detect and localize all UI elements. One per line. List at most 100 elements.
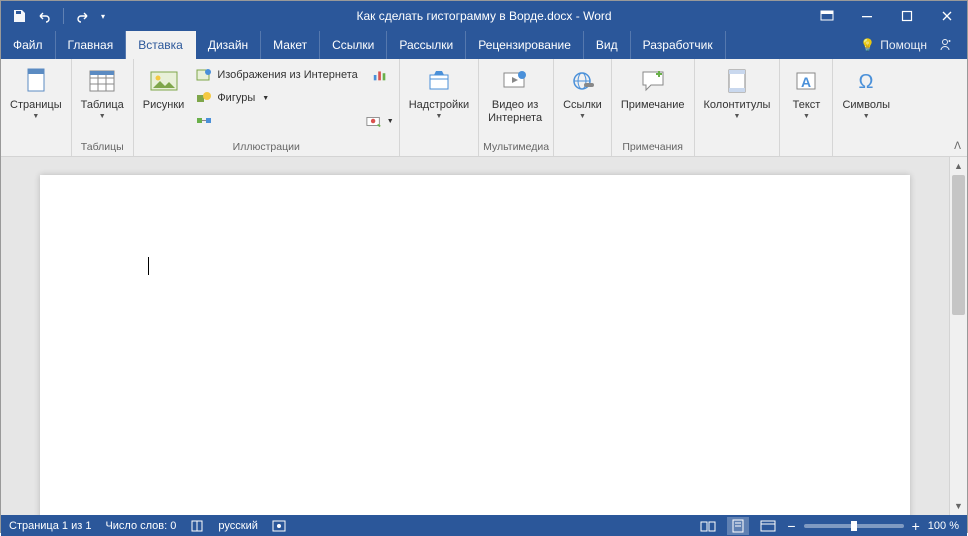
undo-button[interactable] bbox=[33, 4, 57, 28]
zoom-level[interactable]: 100 % bbox=[928, 520, 959, 532]
online-picture-icon bbox=[196, 67, 212, 83]
video-icon bbox=[499, 65, 531, 97]
title-bar: ▾ Как сделать гистограмму в Ворде.docx -… bbox=[1, 1, 967, 31]
group-headerfooter: Колонтитулы ▼ bbox=[695, 59, 781, 156]
table-icon bbox=[86, 65, 118, 97]
qat-separator bbox=[63, 8, 64, 24]
group-tables: Таблица ▼ Таблицы bbox=[72, 59, 134, 156]
book-icon bbox=[190, 519, 204, 533]
symbols-button[interactable]: Ω Символы ▼ bbox=[837, 62, 895, 123]
group-text: A Текст ▼ bbox=[780, 59, 833, 156]
tab-review[interactable]: Рецензирование bbox=[466, 31, 584, 59]
comment-button[interactable]: Примечание bbox=[616, 62, 690, 115]
tell-me-button[interactable]: 💡 Помощн bbox=[860, 38, 927, 52]
comment-icon bbox=[637, 65, 669, 97]
online-video-button[interactable]: Видео из Интернета bbox=[483, 62, 547, 128]
addins-button[interactable]: Надстройки ▼ bbox=[404, 62, 474, 123]
tab-design[interactable]: Дизайн bbox=[196, 31, 261, 59]
links-button[interactable]: Ссылки ▼ bbox=[558, 62, 607, 123]
scroll-thumb[interactable] bbox=[952, 175, 965, 315]
picture-icon bbox=[148, 65, 180, 97]
lightbulb-icon: 💡 bbox=[860, 38, 875, 52]
header-footer-button[interactable]: Колонтитулы ▼ bbox=[699, 62, 776, 123]
tab-developer[interactable]: Разработчик bbox=[631, 31, 726, 59]
save-button[interactable] bbox=[7, 4, 31, 28]
group-comments: Примечание Примечания bbox=[612, 59, 695, 156]
share-icon bbox=[937, 37, 953, 53]
spell-check-button[interactable] bbox=[190, 519, 204, 533]
shapes-button[interactable]: Фигуры ▼ bbox=[191, 87, 362, 109]
svg-text:Ω: Ω bbox=[859, 71, 874, 93]
chevron-down-icon: ▼ bbox=[863, 113, 870, 120]
page-indicator[interactable]: Страница 1 из 1 bbox=[9, 520, 91, 532]
smartart-icon bbox=[196, 113, 212, 129]
window-controls bbox=[807, 1, 967, 31]
web-layout-button[interactable] bbox=[757, 517, 779, 535]
tab-home[interactable]: Главная bbox=[56, 31, 127, 59]
chevron-down-icon: ▼ bbox=[435, 113, 442, 120]
pages-button[interactable]: Страницы ▼ bbox=[5, 62, 67, 123]
store-icon bbox=[423, 65, 455, 97]
page[interactable] bbox=[40, 175, 910, 515]
chart-icon bbox=[372, 67, 388, 83]
group-links: Ссылки ▼ bbox=[554, 59, 612, 156]
scroll-track[interactable] bbox=[950, 175, 967, 497]
screenshot-icon bbox=[366, 113, 382, 129]
vertical-scrollbar[interactable]: ▲ ▼ bbox=[949, 157, 967, 515]
chevron-down-icon: ▼ bbox=[387, 118, 394, 125]
chevron-down-icon: ▼ bbox=[262, 95, 269, 102]
page-viewport[interactable] bbox=[1, 157, 949, 515]
ribbon: Страницы ▼ Таблица ▼ Таблицы Рисунки bbox=[1, 59, 967, 157]
tab-layout[interactable]: Макет bbox=[261, 31, 320, 59]
chevron-down-icon: ▼ bbox=[99, 113, 106, 120]
share-button[interactable] bbox=[937, 37, 953, 53]
tab-file[interactable]: Файл bbox=[1, 31, 56, 59]
print-layout-button[interactable] bbox=[727, 517, 749, 535]
macro-icon bbox=[272, 520, 286, 532]
quick-access-toolbar: ▾ bbox=[1, 4, 110, 28]
group-illustrations: Рисунки Изображения из Интернета Фигуры … bbox=[134, 59, 400, 156]
read-mode-button[interactable] bbox=[697, 517, 719, 535]
maximize-button[interactable] bbox=[887, 1, 927, 31]
chevron-down-icon: ▼ bbox=[734, 113, 741, 120]
collapse-ribbon-button[interactable]: ᐱ bbox=[954, 141, 961, 152]
chevron-down-icon: ▼ bbox=[32, 113, 39, 120]
scroll-up-button[interactable]: ▲ bbox=[950, 157, 967, 175]
shapes-icon bbox=[196, 90, 212, 106]
group-media: Видео из Интернета Мультимедиа bbox=[479, 59, 554, 156]
language-indicator[interactable]: русский bbox=[218, 520, 257, 532]
svg-text:A: A bbox=[801, 74, 811, 90]
qat-customize-button[interactable]: ▾ bbox=[96, 4, 110, 28]
smartart-button[interactable] bbox=[191, 110, 362, 132]
zoom-slider-thumb[interactable] bbox=[851, 521, 857, 531]
pictures-button[interactable]: Рисунки bbox=[138, 62, 190, 115]
tab-view[interactable]: Вид bbox=[584, 31, 631, 59]
redo-button[interactable] bbox=[70, 4, 94, 28]
ribbon-options-button[interactable] bbox=[807, 1, 847, 31]
word-count[interactable]: Число слов: 0 bbox=[105, 520, 176, 532]
document-area: ▲ ▼ bbox=[1, 157, 967, 515]
window-title: Как сделать гистограмму в Ворде.docx - W… bbox=[356, 9, 611, 23]
minimize-button[interactable] bbox=[847, 1, 887, 31]
zoom-slider[interactable] bbox=[804, 524, 904, 528]
scroll-down-button[interactable]: ▼ bbox=[950, 497, 967, 515]
table-button[interactable]: Таблица ▼ bbox=[76, 62, 129, 123]
omega-icon: Ω bbox=[850, 65, 882, 97]
macro-button[interactable] bbox=[272, 520, 286, 532]
link-icon bbox=[566, 65, 598, 97]
tab-references[interactable]: Ссылки bbox=[320, 31, 387, 59]
tab-insert[interactable]: Вставка bbox=[126, 31, 196, 59]
online-pictures-button[interactable]: Изображения из Интернета bbox=[191, 64, 362, 86]
zoom-out-button[interactable]: − bbox=[787, 518, 795, 534]
text-cursor bbox=[148, 257, 149, 275]
group-addins: Надстройки ▼ bbox=[400, 59, 479, 156]
tab-mailings[interactable]: Рассылки bbox=[387, 31, 466, 59]
header-icon bbox=[721, 65, 753, 97]
text-button[interactable]: A Текст ▼ bbox=[784, 62, 828, 123]
chart-button[interactable] bbox=[365, 64, 395, 86]
textbox-icon: A bbox=[790, 65, 822, 97]
zoom-in-button[interactable]: + bbox=[912, 518, 920, 534]
screenshot-button[interactable]: ▼ bbox=[365, 110, 395, 132]
group-pages: Страницы ▼ bbox=[1, 59, 72, 156]
close-button[interactable] bbox=[927, 1, 967, 31]
